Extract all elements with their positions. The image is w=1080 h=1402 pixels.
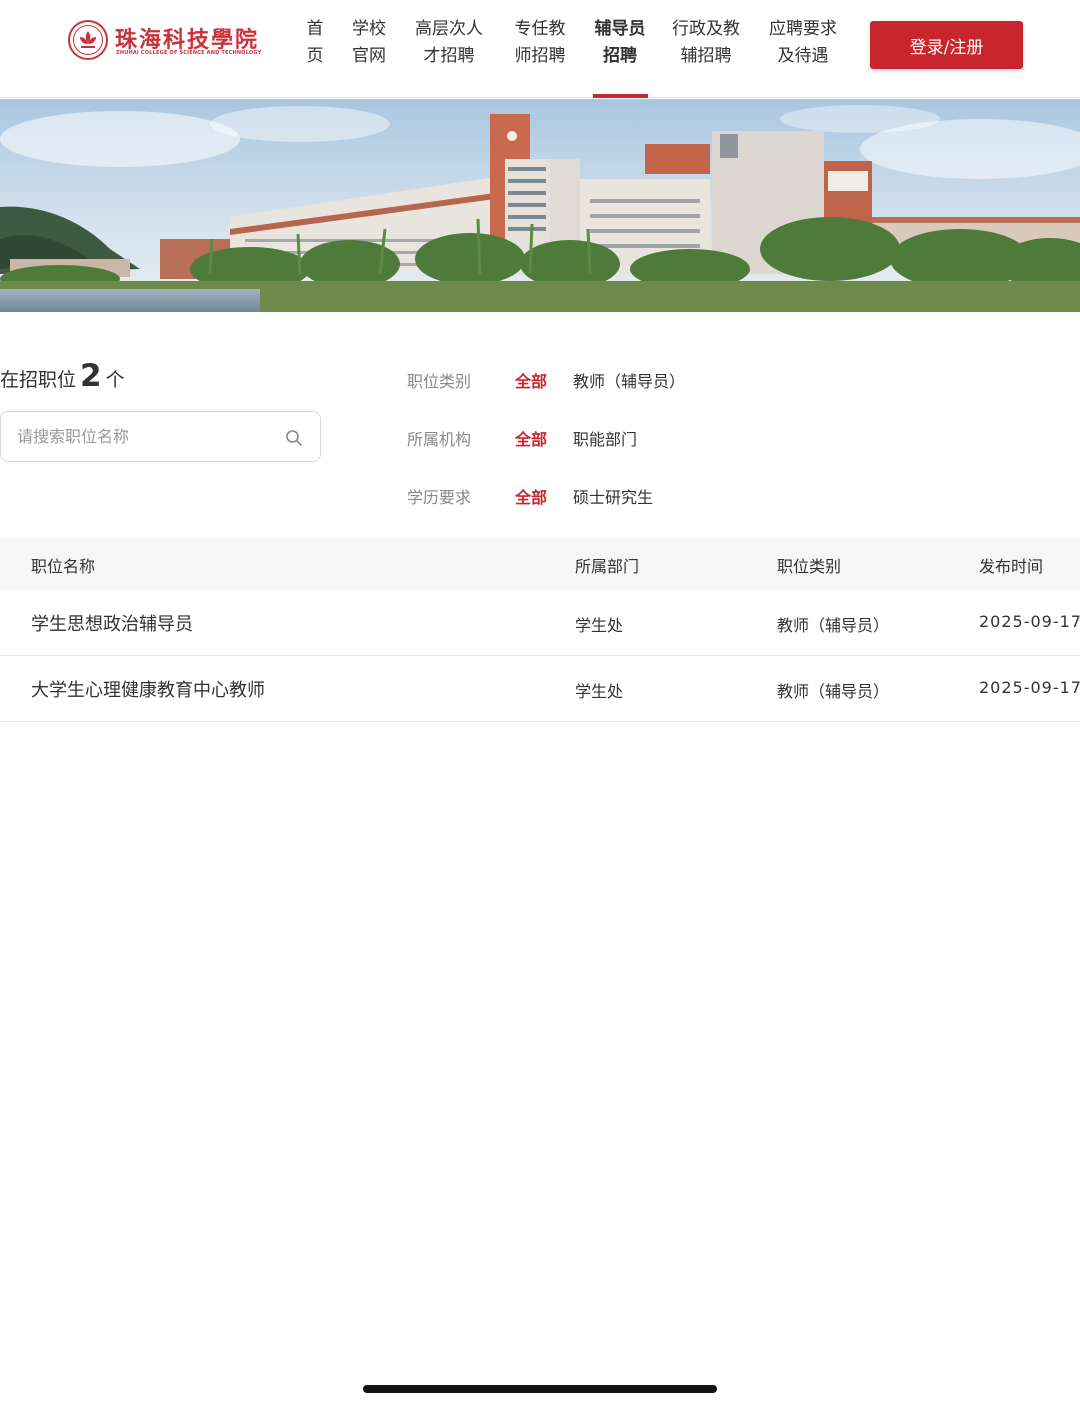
nav-school-site[interactable]: 学校 官网	[350, 16, 388, 74]
position-dept: 学生处	[575, 616, 624, 635]
filter-label: 所属机构	[407, 430, 472, 449]
nav-label: 学校	[352, 19, 386, 39]
column-header-category: 职位类别	[777, 557, 842, 576]
count-suffix: 个	[105, 369, 125, 391]
school-seal-icon	[68, 20, 108, 60]
campus-banner	[0, 99, 1080, 312]
nav-label: 高层次人	[415, 19, 483, 39]
nav-label: 应聘要求	[769, 19, 837, 39]
top-header: 珠海科技學院 ZHUHAI COLLEGE OF SCIENCE AND TEC…	[0, 0, 1080, 98]
filter-label: 学历要求	[407, 488, 472, 507]
nav-label: 及待遇	[777, 46, 829, 66]
nav-label: 招聘	[603, 46, 637, 66]
page: 珠海科技學院 ZHUHAI COLLEGE OF SCIENCE AND TEC…	[0, 0, 1080, 1402]
filter-category-option[interactable]: 教师（辅导员）	[573, 368, 685, 392]
nav-high-level-talent[interactable]: 高层次人 才招聘	[413, 16, 485, 74]
login-register-button[interactable]: 登录/注册	[870, 21, 1023, 69]
search-icon[interactable]	[285, 429, 303, 447]
nav-home[interactable]: 首 页	[303, 16, 327, 74]
filter-organization-option[interactable]: 职能部门	[573, 426, 637, 450]
nav-label: 专任教	[514, 19, 566, 39]
position-category: 教师（辅导员）	[777, 682, 890, 701]
table-row[interactable]: 大学生心理健康教育中心教师 学生处 教师（辅导员） 2025-09-17	[0, 656, 1080, 722]
column-header-date: 发布时间	[979, 557, 1044, 576]
position-date: 2025-09-17	[979, 612, 1080, 631]
nav-requirements[interactable]: 应聘要求 及待遇	[766, 16, 840, 74]
filter-organization-all[interactable]: 全部	[515, 426, 547, 450]
filter-education-all[interactable]: 全部	[515, 484, 547, 508]
nav-label: 行政及教	[672, 19, 740, 39]
search-box	[0, 411, 321, 462]
campus-banner-image	[0, 99, 1080, 312]
filter-label: 职位类别	[407, 372, 472, 391]
nav-label: 辅导员	[594, 19, 646, 39]
table-row[interactable]: 学生思想政治辅导员 学生处 教师（辅导员） 2025-09-17	[0, 590, 1080, 656]
nav-fulltime-teacher[interactable]: 专任教 师招聘	[512, 16, 568, 74]
school-name-en: ZHUHAI COLLEGE OF SCIENCE AND TECHNOLOGY	[116, 50, 262, 56]
home-indicator[interactable]	[363, 1385, 717, 1393]
position-title[interactable]: 大学生心理健康教育中心教师	[31, 676, 265, 702]
nav-label: 才招聘	[423, 46, 475, 66]
count-number: 2	[80, 358, 102, 394]
filter-education-option[interactable]: 硕士研究生	[573, 484, 653, 508]
position-category: 教师（辅导员）	[777, 616, 890, 635]
position-search-input[interactable]	[17, 412, 277, 461]
table-header: 职位名称 所属部门 职位类别 发布时间	[0, 538, 1080, 590]
nav-admin-staff[interactable]: 行政及教 辅招聘	[669, 16, 743, 74]
nav-label: 官网	[352, 46, 386, 66]
position-dept: 学生处	[575, 682, 624, 701]
filter-category-all[interactable]: 全部	[515, 368, 547, 392]
column-header-dept: 所属部门	[575, 557, 640, 576]
school-logo[interactable]: 珠海科技學院 ZHUHAI COLLEGE OF SCIENCE AND TEC…	[68, 18, 268, 64]
open-position-count: 在招职位 2 个	[0, 358, 125, 394]
nav-active-indicator	[593, 94, 648, 98]
nav-counselor[interactable]: 辅导员 招聘	[592, 16, 648, 74]
nav-label: 首	[306, 19, 324, 39]
nav-label: 师招聘	[514, 46, 566, 66]
nav-label: 页	[306, 46, 324, 66]
position-title[interactable]: 学生思想政治辅导员	[31, 610, 193, 636]
count-prefix: 在招职位	[0, 369, 77, 391]
column-header-title: 职位名称	[31, 557, 96, 576]
position-date: 2025-09-17	[979, 678, 1080, 697]
nav-label: 辅招聘	[680, 46, 732, 66]
